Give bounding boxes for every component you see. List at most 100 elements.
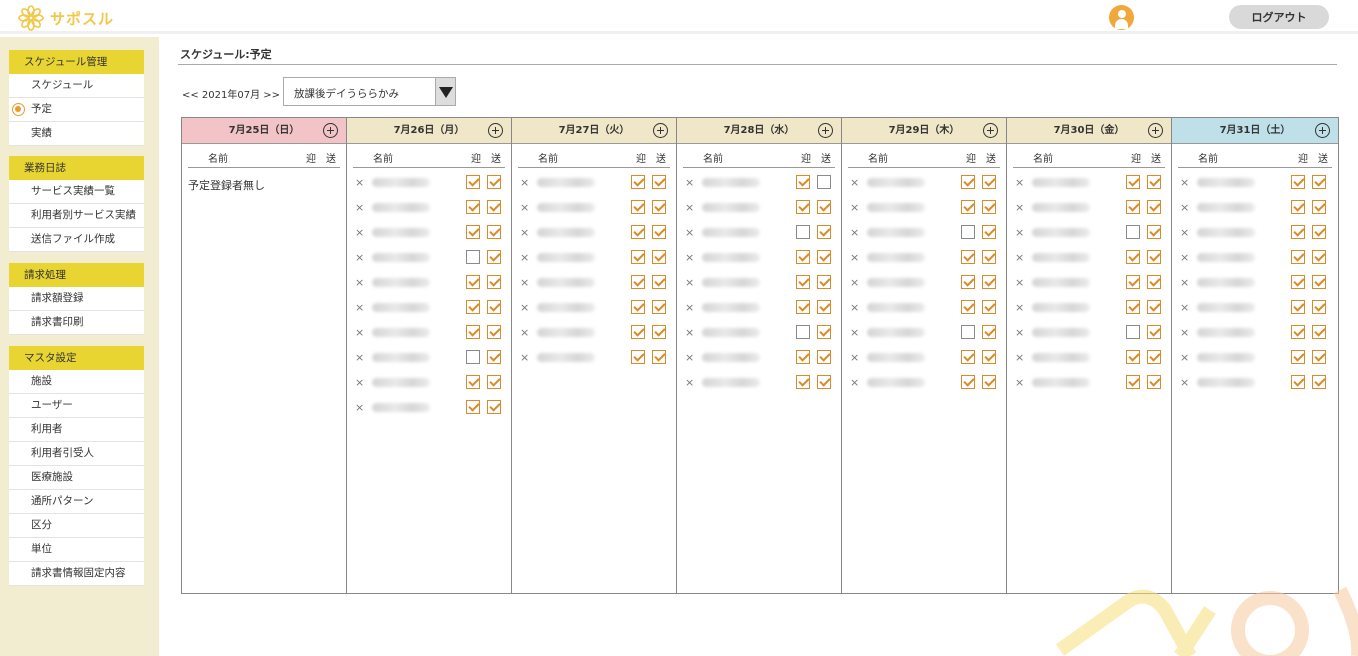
pickup-checkbox[interactable]: [961, 225, 975, 239]
plus-circle-icon[interactable]: [983, 123, 998, 138]
month-navigation[interactable]: << 2021年07月 >>: [182, 86, 280, 101]
pickup-checkbox[interactable]: [1291, 300, 1305, 314]
pickup-checkbox[interactable]: [1291, 250, 1305, 264]
dropoff-checkbox[interactable]: [1147, 325, 1161, 339]
plus-circle-icon[interactable]: [323, 123, 338, 138]
dropoff-checkbox[interactable]: [1312, 325, 1326, 339]
pickup-checkbox[interactable]: [961, 300, 975, 314]
dropoff-checkbox[interactable]: [1147, 300, 1161, 314]
close-icon[interactable]: ×: [520, 176, 529, 189]
dropoff-checkbox[interactable]: [487, 375, 501, 389]
pickup-checkbox[interactable]: [796, 200, 810, 214]
dropoff-checkbox[interactable]: [487, 350, 501, 364]
plus-circle-icon[interactable]: [653, 123, 668, 138]
dropoff-checkbox[interactable]: [652, 325, 666, 339]
plus-circle-icon[interactable]: [1315, 123, 1330, 138]
pickup-checkbox[interactable]: [1291, 175, 1305, 189]
close-icon[interactable]: ×: [1015, 376, 1024, 389]
close-icon[interactable]: ×: [1015, 276, 1024, 289]
sidebar-item[interactable]: 区分: [9, 514, 144, 538]
dropoff-checkbox[interactable]: [487, 400, 501, 414]
close-icon[interactable]: ×: [1015, 226, 1024, 239]
pickup-checkbox[interactable]: [1291, 225, 1305, 239]
dropoff-checkbox[interactable]: [982, 300, 996, 314]
pickup-checkbox[interactable]: [961, 200, 975, 214]
close-icon[interactable]: ×: [685, 351, 694, 364]
sidebar-item[interactable]: 請求書情報固定内容: [9, 562, 144, 586]
close-icon[interactable]: ×: [1180, 276, 1189, 289]
plus-circle-icon[interactable]: [488, 123, 503, 138]
pickup-checkbox[interactable]: [961, 325, 975, 339]
close-icon[interactable]: ×: [355, 326, 364, 339]
close-icon[interactable]: ×: [685, 226, 694, 239]
pickup-checkbox[interactable]: [466, 275, 480, 289]
close-icon[interactable]: ×: [685, 251, 694, 264]
sidebar-item[interactable]: 請求書印刷: [9, 311, 144, 335]
dropoff-checkbox[interactable]: [817, 175, 831, 189]
pickup-checkbox[interactable]: [796, 325, 810, 339]
dropoff-checkbox[interactable]: [652, 225, 666, 239]
close-icon[interactable]: ×: [520, 251, 529, 264]
close-icon[interactable]: ×: [1180, 251, 1189, 264]
dropoff-checkbox[interactable]: [652, 175, 666, 189]
dropoff-checkbox[interactable]: [817, 350, 831, 364]
pickup-checkbox[interactable]: [961, 275, 975, 289]
sidebar-item[interactable]: 実績: [9, 122, 144, 146]
pickup-checkbox[interactable]: [631, 200, 645, 214]
pickup-checkbox[interactable]: [1126, 325, 1140, 339]
close-icon[interactable]: ×: [1180, 176, 1189, 189]
facility-select[interactable]: 放課後デイうららかみ: [283, 77, 456, 106]
pickup-checkbox[interactable]: [1126, 275, 1140, 289]
dropoff-checkbox[interactable]: [652, 200, 666, 214]
close-icon[interactable]: ×: [355, 226, 364, 239]
close-icon[interactable]: ×: [1015, 176, 1024, 189]
close-icon[interactable]: ×: [1015, 251, 1024, 264]
plus-circle-icon[interactable]: [818, 123, 833, 138]
close-icon[interactable]: ×: [355, 251, 364, 264]
dropoff-checkbox[interactable]: [982, 175, 996, 189]
close-icon[interactable]: ×: [850, 376, 859, 389]
sidebar-item[interactable]: 医療施設: [9, 466, 144, 490]
pickup-checkbox[interactable]: [631, 325, 645, 339]
pickup-checkbox[interactable]: [1126, 175, 1140, 189]
close-icon[interactable]: ×: [1180, 376, 1189, 389]
pickup-checkbox[interactable]: [1291, 325, 1305, 339]
pickup-checkbox[interactable]: [796, 250, 810, 264]
close-icon[interactable]: ×: [355, 376, 364, 389]
close-icon[interactable]: ×: [355, 301, 364, 314]
pickup-checkbox[interactable]: [466, 375, 480, 389]
close-icon[interactable]: ×: [850, 326, 859, 339]
dropoff-checkbox[interactable]: [487, 200, 501, 214]
close-icon[interactable]: ×: [850, 201, 859, 214]
user-avatar-icon[interactable]: [1109, 5, 1134, 30]
dropoff-checkbox[interactable]: [1312, 200, 1326, 214]
dropoff-checkbox[interactable]: [652, 250, 666, 264]
close-icon[interactable]: ×: [520, 326, 529, 339]
dropoff-checkbox[interactable]: [1147, 275, 1161, 289]
logout-button[interactable]: ログアウト: [1229, 5, 1329, 29]
pickup-checkbox[interactable]: [631, 350, 645, 364]
close-icon[interactable]: ×: [1015, 326, 1024, 339]
pickup-checkbox[interactable]: [466, 400, 480, 414]
pickup-checkbox[interactable]: [1291, 350, 1305, 364]
close-icon[interactable]: ×: [1180, 201, 1189, 214]
dropoff-checkbox[interactable]: [982, 225, 996, 239]
pickup-checkbox[interactable]: [631, 175, 645, 189]
dropoff-checkbox[interactable]: [487, 250, 501, 264]
dropoff-checkbox[interactable]: [982, 325, 996, 339]
sidebar-item[interactable]: 施設: [9, 370, 144, 394]
pickup-checkbox[interactable]: [1291, 200, 1305, 214]
pickup-checkbox[interactable]: [961, 250, 975, 264]
pickup-checkbox[interactable]: [796, 225, 810, 239]
logo[interactable]: サポスル: [18, 5, 114, 31]
dropoff-checkbox[interactable]: [487, 175, 501, 189]
close-icon[interactable]: ×: [1015, 351, 1024, 364]
dropoff-checkbox[interactable]: [1312, 225, 1326, 239]
dropoff-checkbox[interactable]: [817, 275, 831, 289]
close-icon[interactable]: ×: [850, 351, 859, 364]
chevron-down-icon[interactable]: [435, 78, 455, 105]
close-icon[interactable]: ×: [520, 351, 529, 364]
close-icon[interactable]: ×: [1180, 326, 1189, 339]
close-icon[interactable]: ×: [685, 176, 694, 189]
dropoff-checkbox[interactable]: [817, 200, 831, 214]
